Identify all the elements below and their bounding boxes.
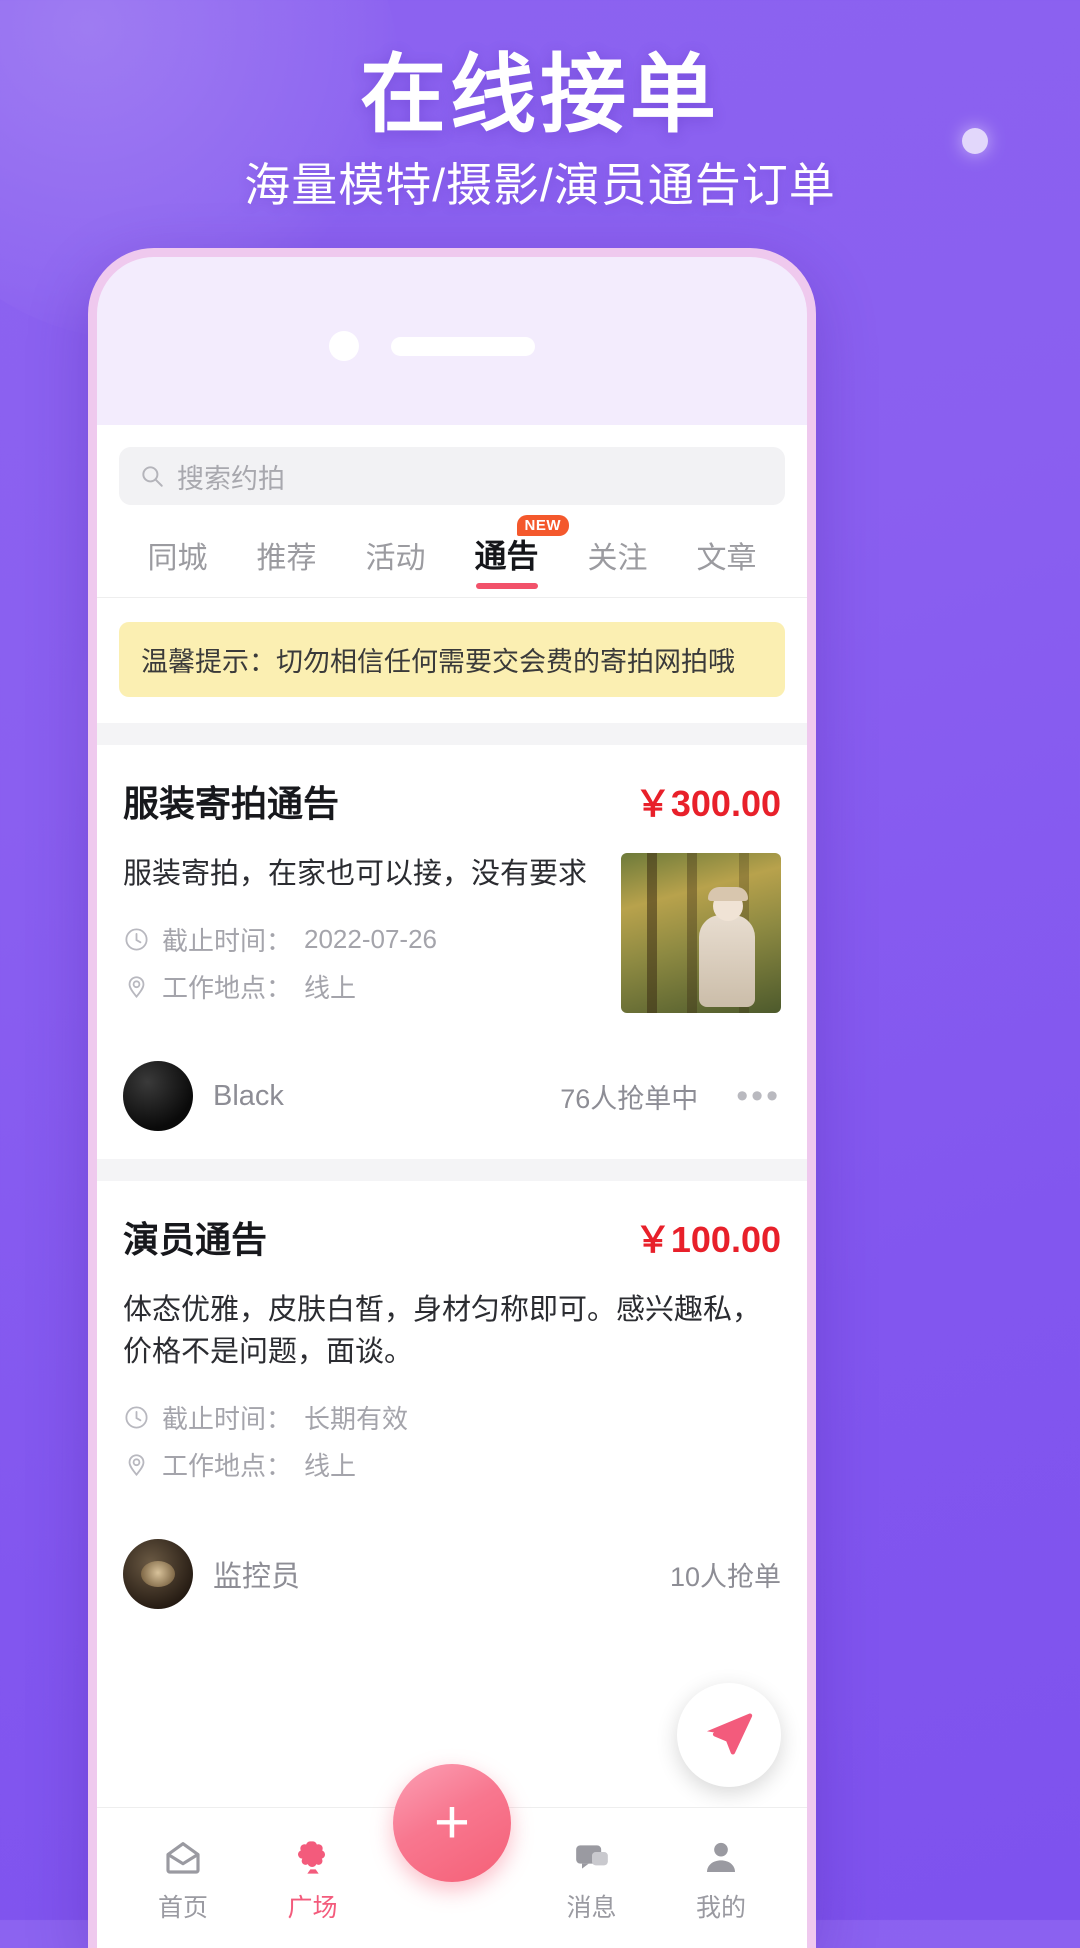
- card-description: 体态优雅，皮肤白皙，身材匀称即可。感兴趣私，价格不是问题，面谈。: [123, 1294, 762, 1369]
- tab-tongcheng[interactable]: 同城: [123, 533, 232, 597]
- clock-icon: [123, 1404, 150, 1431]
- thumb-tree: [687, 853, 697, 1013]
- avatar[interactable]: [123, 1539, 193, 1610]
- nav-item-message[interactable]: 消息: [532, 1834, 652, 1924]
- deadline-value: 长期有效: [304, 1404, 409, 1435]
- plaza-icon: [253, 1834, 373, 1880]
- location-row: 工作地点： 线上: [123, 1446, 781, 1483]
- phone-mockup: 搜索约拍 同城 推荐 活动 通告 NEW 关注 文章 温馨提示：切勿相信任何需要…: [88, 248, 816, 1948]
- send-message-button[interactable]: [677, 1683, 781, 1787]
- card-title: 服装寄拍通告: [123, 783, 340, 824]
- deadline-row: 截止时间： 长期有效: [123, 1399, 781, 1436]
- app-screen: 搜索约拍 同城 推荐 活动 通告 NEW 关注 文章 温馨提示：切勿相信任何需要…: [97, 425, 807, 1948]
- search-input[interactable]: 搜索约拍: [119, 447, 785, 505]
- speaker-grille: [391, 337, 535, 356]
- tab-label: 活动: [365, 542, 426, 575]
- announcement-card[interactable]: 演员通告 ￥100.00 体态优雅，皮肤白皙，身材匀称即可。感兴趣私，价格不是问…: [97, 1181, 807, 1638]
- message-icon: [532, 1834, 652, 1880]
- tab-label: 通告: [474, 538, 539, 574]
- card-title: 演员通告: [123, 1219, 268, 1261]
- tab-label: 同城: [147, 542, 208, 575]
- hero-title: 在线接单: [360, 47, 720, 143]
- location-label: 工作地点：: [162, 1451, 293, 1482]
- tab-tuijian[interactable]: 推荐: [232, 533, 341, 597]
- location-pin-icon: [123, 973, 150, 1000]
- tab-tonggao[interactable]: 通告 NEW: [450, 515, 570, 597]
- hero-subtitle: 海量模特/摄影/演员通告订单: [244, 159, 836, 211]
- tab-label: 文章: [696, 542, 757, 575]
- nav-item-plaza[interactable]: 广场: [253, 1834, 373, 1924]
- card-meta: 截止时间： 2022-07-26 工作地点： 线上: [123, 921, 601, 1005]
- add-post-button[interactable]: +: [393, 1764, 511, 1882]
- announcement-card[interactable]: 服装寄拍通告 ￥300.00 服装寄拍，在家也可以接，没有要求 截止时间： 20…: [97, 745, 807, 1160]
- card-body: 体态优雅，皮肤白皙，身材匀称即可。感兴趣私，价格不是问题，面谈。 截止时间： 长…: [123, 1289, 781, 1493]
- thumb-person: [699, 915, 755, 1007]
- card-header: 演员通告 ￥100.00: [123, 1211, 781, 1263]
- camera-icon: [329, 331, 359, 361]
- location-label: 工作地点：: [162, 973, 293, 1004]
- deadline-label: 截止时间：: [162, 1404, 293, 1435]
- hero-header: 在线接单 海量模特/摄影/演员通告订单: [0, 0, 1080, 211]
- new-badge: NEW: [516, 515, 570, 536]
- notice-banner: 温馨提示：切勿相信任何需要交会费的寄拍网拍哦: [119, 622, 785, 697]
- tab-bar: 同城 推荐 活动 通告 NEW 关注 文章: [97, 505, 807, 598]
- thumb-tree: [647, 853, 657, 1013]
- nav-label: 消息: [566, 1894, 617, 1922]
- card-meta: 截止时间： 长期有效 工作地点： 线上: [123, 1399, 781, 1483]
- section-divider: [97, 1159, 807, 1182]
- thumb-person-hat: [708, 887, 748, 901]
- deadline-label: 截止时间：: [162, 926, 293, 957]
- clock-icon: [123, 926, 150, 953]
- search-placeholder: 搜索约拍: [177, 463, 285, 494]
- send-paper-plane-icon: [702, 1706, 756, 1765]
- deadline-value: 2022-07-26: [304, 924, 438, 955]
- card-thumbnail[interactable]: [621, 853, 781, 1013]
- nav-item-profile[interactable]: 我的: [661, 1834, 781, 1924]
- nav-item-home[interactable]: 首页: [123, 1834, 243, 1924]
- tab-huodong[interactable]: 活动: [341, 533, 450, 597]
- notice-section: 温馨提示：切勿相信任何需要交会费的寄拍网拍哦: [97, 598, 807, 723]
- card-price: ￥100.00: [634, 1219, 781, 1261]
- card-author-row: Black 76人抢单中 •••: [123, 1035, 781, 1159]
- card-header: 服装寄拍通告 ￥300.00: [123, 775, 781, 827]
- tab-active-underline: [475, 583, 538, 589]
- location-value: 线上: [304, 973, 357, 1004]
- tab-label: 关注: [587, 542, 648, 575]
- search-icon: [139, 463, 165, 489]
- tab-label: 推荐: [256, 542, 317, 575]
- bottom-navigation: 首页 广场 消息 我的 +: [97, 1764, 807, 1948]
- location-pin-icon: [123, 1451, 150, 1478]
- card-description: 服装寄拍，在家也可以接，没有要求: [123, 858, 588, 890]
- grab-count: 76人抢单中: [560, 1083, 699, 1114]
- nav-label: 我的: [695, 1894, 746, 1922]
- more-options-button[interactable]: •••: [736, 1077, 781, 1116]
- author-name: Black: [213, 1079, 284, 1112]
- nav-label: 首页: [157, 1894, 208, 1922]
- tab-guanzhu[interactable]: 关注: [563, 533, 672, 597]
- section-divider: [97, 723, 807, 745]
- home-icon: [123, 1834, 243, 1880]
- author-name: 监控员: [213, 1561, 301, 1594]
- search-section: 搜索约拍: [97, 425, 807, 505]
- card-text-column: 服装寄拍，在家也可以接，没有要求 截止时间： 2022-07-26 工作地点： …: [123, 853, 601, 1015]
- location-value: 线上: [304, 1451, 357, 1482]
- location-row: 工作地点： 线上: [123, 968, 601, 1005]
- profile-icon: [661, 1834, 781, 1880]
- card-author-row: 监控员 10人抢单: [123, 1513, 781, 1637]
- grab-count: 10人抢单: [669, 1561, 781, 1592]
- card-price: ￥300.00: [634, 783, 781, 824]
- deadline-row: 截止时间： 2022-07-26: [123, 921, 601, 958]
- card-body: 服装寄拍，在家也可以接，没有要求 截止时间： 2022-07-26 工作地点： …: [123, 853, 781, 1015]
- avatar[interactable]: [123, 1061, 193, 1132]
- phone-notch: [97, 257, 807, 383]
- nav-label: 广场: [287, 1894, 338, 1922]
- card-text-column: 体态优雅，皮肤白皙，身材匀称即可。感兴趣私，价格不是问题，面谈。 截止时间： 长…: [123, 1289, 781, 1493]
- tab-wenzhang[interactable]: 文章: [672, 533, 781, 597]
- plus-icon: +: [433, 1788, 471, 1857]
